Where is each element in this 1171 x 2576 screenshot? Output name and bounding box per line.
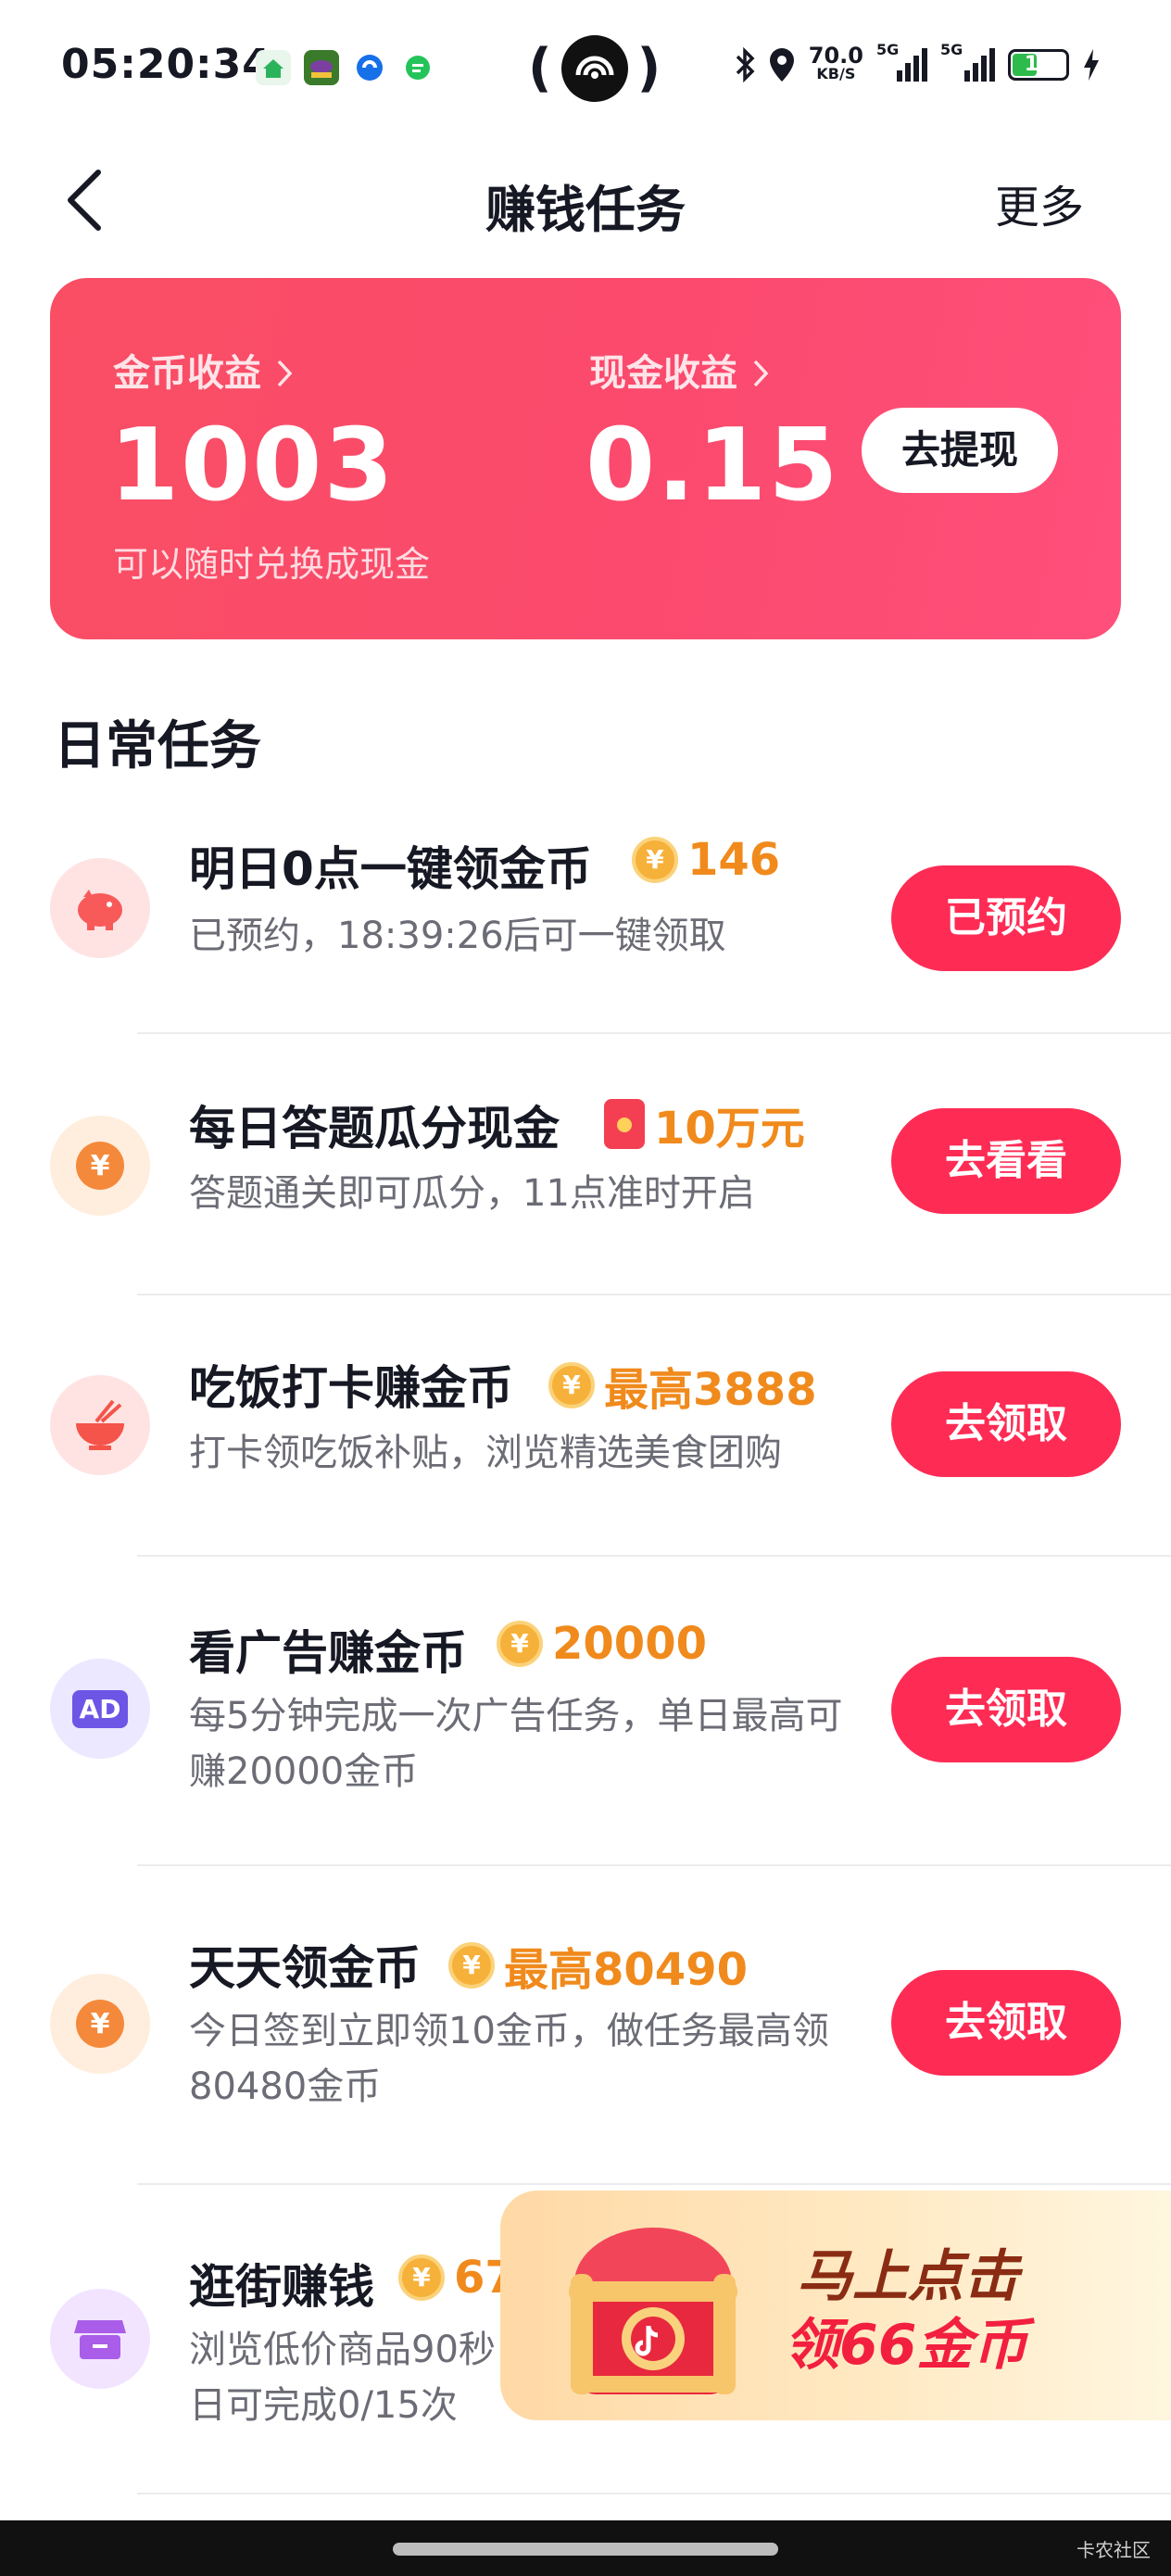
task-reward: ¥ 146 [632,834,780,886]
coin-icon: ¥ [548,1362,595,1408]
task-title: 天天领金币 [189,1941,421,1995]
task-reward: 10万元 [604,1092,805,1156]
coin-icon: ¥ [497,1621,543,1667]
cash-earnings-label: 现金收益 [589,352,737,395]
battery-level: 19 [1024,53,1053,76]
camera-icon [560,35,628,102]
anjuke-app-icon [256,50,291,85]
coin-icon: ¥ [398,2254,445,2301]
withdraw-button[interactable]: 去提现 [862,408,1058,493]
task-description: 今日签到立即领10金币，做任务最高领80480金币 [189,2010,829,2108]
section-title: 日常任务 [54,716,261,777]
coin-earnings-value: 1003 [109,408,396,524]
home-indicator[interactable] [393,2543,778,2556]
rice-bowl-icon [50,1375,150,1475]
coin-icon: ¥ [448,1942,495,1989]
task-reward-value: 146 [687,834,781,886]
divider [137,1864,1171,1866]
chevron-right-icon [277,360,293,387]
signal-2: 5G [940,41,995,82]
task-action-button[interactable]: 去领取 [891,1371,1121,1477]
coin-icon: ¥ [632,837,678,883]
network-type-2: 5G [940,41,963,58]
task-reward-value: 10万元 [654,1103,805,1155]
task-action-button[interactable]: 去领取 [891,1657,1121,1762]
treasure-chest-icon [556,2200,750,2413]
treasure-chest-promo[interactable]: 马上点击 领66金币 [500,2191,1171,2420]
task-title: 明日0点一键领金币 [189,842,592,896]
divider [137,1555,1171,1557]
status-time: 05:20:34 [61,41,271,88]
task-description: 打卡领吃饭补贴，浏览精选美食团购 [189,1432,782,1474]
piggy-bank-icon [50,858,150,958]
coin-earnings-sub: 可以随时兑换成现金 [113,544,431,585]
task-reward: ¥ 67 [398,2252,516,2304]
task-reward: ¥ 20000 [497,1618,707,1670]
yuan-coin-icon: ¥ [50,1974,150,2074]
earnings-card: 金币收益 1003 可以随时兑换成现金 现金收益 0.15 去提现 [50,278,1121,639]
signal-1: 5G [876,41,927,82]
svg-text:¥: ¥ [91,2008,110,2040]
divider [137,1294,1171,1295]
speed-unit: KB/S [816,65,856,82]
bluetooth-icon [736,47,755,82]
game-app-icon [304,50,339,85]
status-indicators: 70.0 KB/S 5G 5G 19 [735,41,1101,83]
status-bar: 05:20:34 ( ) 70.0 KB/S 5G 5G 19 [0,0,1171,139]
task-action-button[interactable]: 去领取 [891,1970,1121,2076]
divider [137,2493,1171,2494]
status-app-icons [256,50,435,85]
divider [137,2183,1171,2185]
task-title: 每日答题瓜分现金 [189,1102,560,1155]
task-reward-value: 最高80490 [504,1944,748,1996]
chevron-right-icon [753,360,769,387]
cash-earnings-link[interactable]: 现金收益 [589,343,771,397]
red-packet-icon [604,1099,645,1149]
network-type-1: 5G [876,41,900,58]
divider [137,1032,1171,1034]
task-description: 已预约，18:39:26后可一键领取 [189,915,726,957]
green-app-icon [400,50,435,85]
blue-app-icon [352,50,387,85]
battery-icon: 19 [1008,49,1069,81]
task-reward-value: 20000 [552,1618,707,1670]
task-action-button[interactable]: 已预约 [891,865,1121,971]
watermark: 卡农社区 [1077,2539,1151,2561]
task-reward-value: 最高3888 [604,1364,817,1416]
system-nav-bar: 卡农社区 [0,2520,1171,2576]
task-action-button[interactable]: 去看看 [891,1108,1121,1214]
network-speed: 70.0 KB/S [809,44,863,83]
coin-earnings-link[interactable]: 金币收益 [113,343,295,397]
cash-earnings-value: 0.15 [586,408,840,524]
task-description: 每5分钟完成一次广告任务，单日最高可赚20000金币 [189,1695,843,1793]
task-reward: ¥ 最高80490 [448,1933,748,1998]
task-title: 看广告赚金币 [189,1626,467,1680]
coin-earnings-label: 金币收益 [113,352,261,395]
svg-text:¥: ¥ [91,1150,110,1182]
more-button[interactable]: 更多 [995,170,1084,235]
task-description: 答题通关即可瓜分，11点准时开启 [189,1172,755,1215]
location-icon [769,48,794,82]
yuan-coin-icon: ¥ [50,1116,150,1216]
shop-icon [50,2289,150,2389]
camera-cutout: ( ) [528,35,661,102]
ad-icon: AD [50,1659,150,1759]
ad-icon-label: AD [71,1689,129,1728]
task-title: 吃饭打卡赚金币 [189,1361,513,1415]
task-reward: ¥ 最高3888 [548,1353,817,1418]
header: 赚钱任务 更多 [0,148,1171,250]
task-title: 逛街赚钱 [189,2260,374,2314]
charging-icon [1084,49,1099,81]
promo-line2: 领66金币 [784,2313,1028,2378]
